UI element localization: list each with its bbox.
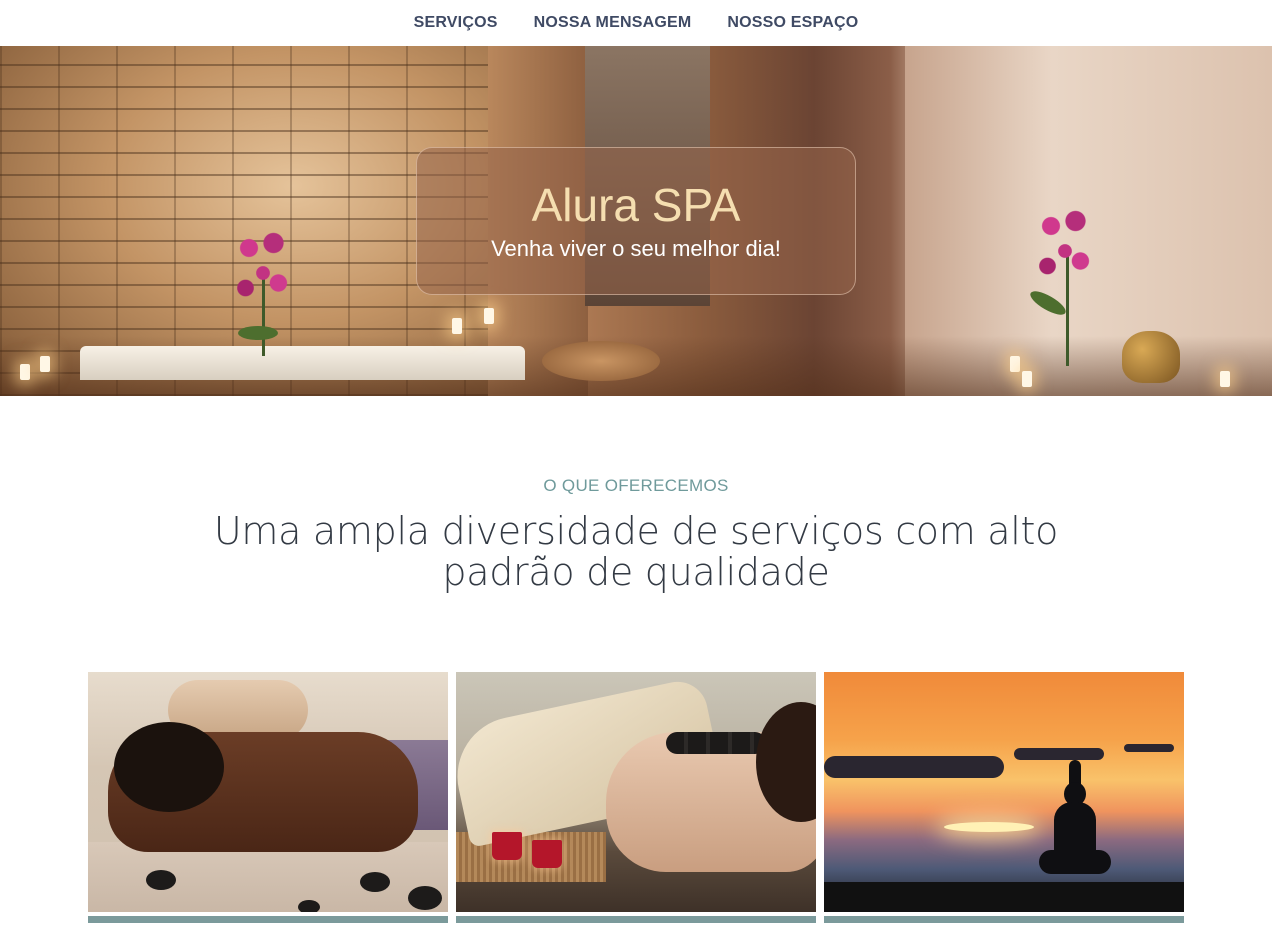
candle-icon [452, 318, 462, 334]
section-headline: Uma ampla diversidade de serviços com al… [213, 509, 1059, 594]
basket-image [542, 341, 660, 381]
candle-icon [484, 308, 494, 324]
service-cards [88, 672, 1184, 923]
hero-card: Alura SPA Venha viver o seu melhor dia! [416, 147, 856, 295]
orchid-image [228, 218, 298, 318]
candle-icon [532, 840, 562, 868]
candle-icon [1010, 356, 1020, 372]
service-card-hot-stone[interactable] [456, 672, 816, 923]
orchid-image [1030, 196, 1100, 296]
hero-banner: Alura SPA Venha viver o seu melhor dia! [0, 46, 1272, 396]
yoga-sunset-photo [824, 672, 1184, 912]
candle-icon [20, 364, 30, 380]
top-nav: SERVIÇOS NOSSA MENSAGEM NOSSO ESPAÇO [0, 0, 1272, 46]
candle-icon [1220, 371, 1230, 387]
service-card-massage[interactable] [88, 672, 448, 923]
nav-link-nossa-mensagem[interactable]: NOSSA MENSAGEM [534, 14, 692, 32]
hero-subtitle: Venha viver o seu melhor dia! [491, 236, 781, 262]
card-accent-bar [824, 916, 1184, 923]
nav-link-nosso-espaco[interactable]: NOSSO ESPAÇO [727, 14, 858, 32]
candle-icon [40, 356, 50, 372]
hot-stone-photo [456, 672, 816, 912]
hero-title: Alura SPA [531, 178, 741, 231]
nav-link-servicos[interactable]: SERVIÇOS [414, 14, 498, 32]
service-card-yoga[interactable] [824, 672, 1184, 923]
candle-icon [492, 832, 522, 860]
candle-icon [1022, 371, 1032, 387]
card-accent-bar [88, 916, 448, 923]
massage-photo [88, 672, 448, 912]
card-accent-bar [456, 916, 816, 923]
section-eyebrow: O QUE OFERECEMOS [543, 476, 729, 495]
vase-image [1122, 331, 1180, 383]
bathtub-image [80, 346, 525, 380]
